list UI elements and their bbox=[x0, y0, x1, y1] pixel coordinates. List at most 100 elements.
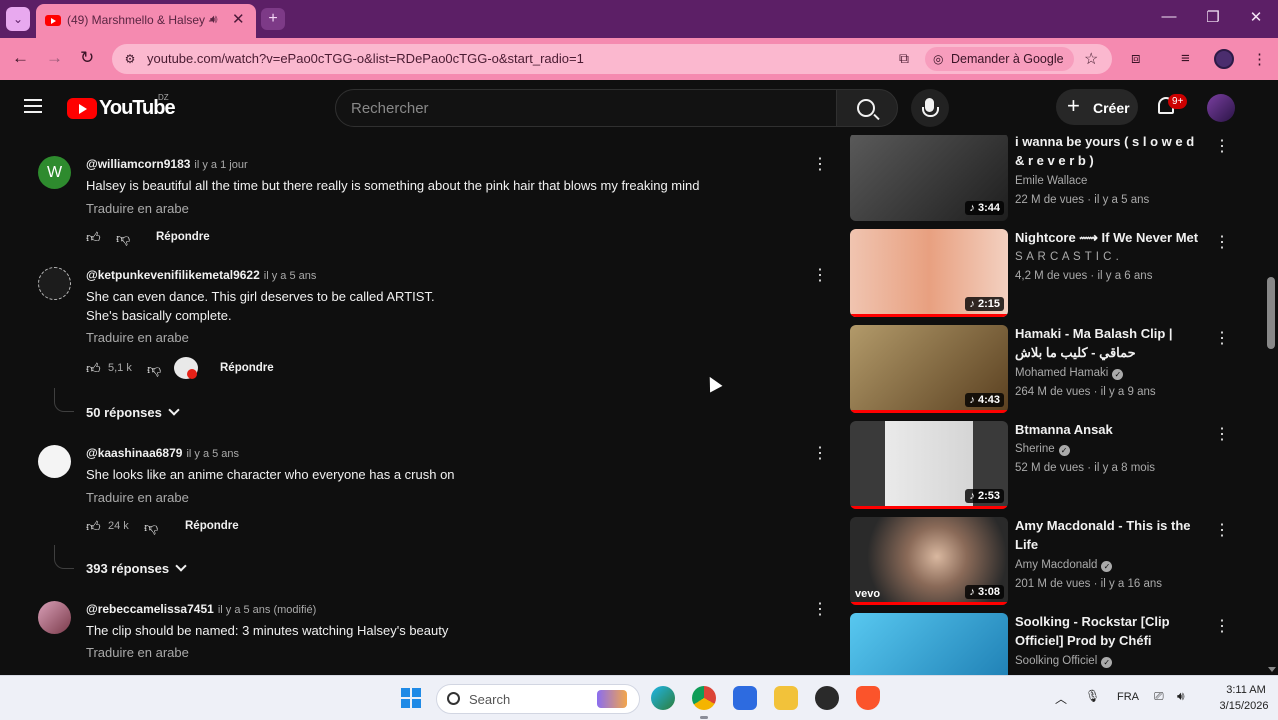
browser-profile-avatar[interactable] bbox=[1214, 49, 1234, 69]
video-more-icon[interactable]: ⋮ bbox=[1214, 232, 1230, 252]
close-tab-icon[interactable]: ✕ bbox=[232, 10, 245, 28]
comment-time[interactable]: il y a 5 ans bbox=[264, 270, 317, 282]
comment-author[interactable]: @kaashinaa6879 il y a 5 ans bbox=[86, 446, 239, 460]
comment-more-icon[interactable]: ⋮ bbox=[812, 265, 828, 285]
network-icon[interactable]: ⎚ bbox=[1154, 689, 1164, 704]
channel-name[interactable]: Sherine bbox=[1015, 443, 1055, 455]
thumbs-up-icon[interactable]: 👍︎ bbox=[86, 518, 102, 534]
taskbar-search-box[interactable]: Search bbox=[436, 684, 640, 714]
video-title[interactable]: Amy Macdonald - This is the Life bbox=[1015, 517, 1205, 555]
video-item[interactable]: ♪ 3:44 i wanna be yours ( s l o w e d & … bbox=[848, 135, 1248, 231]
address-bar[interactable]: ⚙ youtube.com/watch?v=ePao0cTGG-o&list=R… bbox=[112, 44, 1112, 74]
video-title[interactable]: Hamaki - Ma Balash Clip | حماقي - كليب م… bbox=[1015, 325, 1205, 363]
video-title[interactable]: Soolking - Rockstar [Clip Officiel] Prod… bbox=[1015, 613, 1205, 651]
media-controls-icon[interactable]: ≡ bbox=[1181, 50, 1190, 67]
new-tab-button[interactable]: + bbox=[261, 8, 285, 30]
replies-toggle[interactable]: 50 réponses bbox=[86, 404, 180, 420]
channel-name[interactable]: Amy Macdonald bbox=[1015, 559, 1097, 571]
video-item[interactable]: ♪ 2:53 Btmanna Ansak Sherine ✓ 52 M de vu… bbox=[848, 421, 1248, 519]
avatar[interactable] bbox=[38, 601, 71, 634]
comment-time[interactable]: il y a 1 jour bbox=[194, 159, 247, 171]
hamburger-menu-icon[interactable] bbox=[24, 99, 42, 113]
scrollbar-thumb[interactable] bbox=[1267, 277, 1275, 349]
account-avatar[interactable] bbox=[1207, 94, 1235, 122]
video-item[interactable]: ♪ 4:43 Hamaki - Ma Balash Clip | حماقي -… bbox=[848, 325, 1248, 423]
thumbs-up-icon[interactable]: 👍︎ bbox=[86, 360, 102, 376]
volume-icon[interactable]: 🔊︎ bbox=[1177, 689, 1185, 704]
clock-time[interactable]: 3:11 AM bbox=[1221, 684, 1271, 696]
video-more-icon[interactable]: ⋮ bbox=[1214, 520, 1230, 540]
voice-search-button[interactable] bbox=[911, 89, 949, 127]
bookmark-star-icon[interactable]: ☆ bbox=[1084, 49, 1098, 69]
comment-more-icon[interactable]: ⋮ bbox=[812, 154, 828, 174]
author-handle[interactable]: @ketpunkevenifilikemetal9622 bbox=[86, 268, 260, 282]
language-indicator[interactable]: FRA bbox=[1117, 691, 1139, 703]
speaker-icon[interactable]: 🔊︎ bbox=[210, 12, 218, 27]
video-thumbnail[interactable]: ♪ 4:43 bbox=[850, 325, 1008, 413]
url-text[interactable]: youtube.com/watch?v=ePao0cTGG-o&list=RDe… bbox=[147, 51, 584, 66]
video-channel[interactable]: Mohamed Hamaki ✓ bbox=[1015, 367, 1124, 380]
brave-icon[interactable] bbox=[856, 686, 880, 710]
comment-author[interactable]: @williamcorn9183 il y a 1 jour bbox=[86, 157, 248, 171]
close-window-icon[interactable]: ✕ bbox=[1241, 8, 1271, 26]
comment-time[interactable]: il y a 5 ans bbox=[186, 448, 239, 460]
forward-arrow-icon[interactable]: → bbox=[46, 48, 63, 68]
avatar[interactable] bbox=[38, 445, 71, 478]
channel-name[interactable]: Soolking Officiel bbox=[1015, 655, 1097, 667]
video-title[interactable]: Btmanna Ansak bbox=[1015, 421, 1205, 440]
video-channel[interactable]: Emile Wallace bbox=[1015, 175, 1087, 187]
video-item[interactable]: ♪ 2:15 Nightcore ⟿ If We Never Met S A R… bbox=[848, 229, 1248, 327]
reply-button[interactable]: Répondre bbox=[220, 362, 274, 374]
chrome-icon[interactable] bbox=[692, 686, 716, 710]
browser-menu-icon[interactable]: ⋮ bbox=[1252, 50, 1267, 68]
video-channel[interactable]: S A R C A S T I C . bbox=[1015, 251, 1119, 263]
video-title[interactable]: i wanna be yours ( s l o w e d & r e v e… bbox=[1015, 135, 1205, 171]
translate-link[interactable]: Traduire en arabe bbox=[86, 490, 189, 505]
minimize-icon[interactable]: — bbox=[1154, 8, 1184, 25]
youtube-logo-icon[interactable] bbox=[67, 98, 97, 119]
author-handle[interactable]: @williamcorn9183 bbox=[86, 157, 190, 171]
replies-toggle[interactable]: 393 réponses bbox=[86, 560, 187, 576]
video-more-icon[interactable]: ⋮ bbox=[1214, 328, 1230, 348]
video-thumbnail[interactable]: ♪ 3:44 bbox=[850, 135, 1008, 221]
reply-button[interactable]: Répondre bbox=[185, 520, 239, 532]
install-app-icon[interactable]: ⧉ bbox=[899, 50, 909, 67]
store-icon[interactable] bbox=[733, 686, 757, 710]
create-button[interactable]: + Créer bbox=[1056, 89, 1138, 125]
comment-author[interactable]: @rebeccamelissa7451 il y a 5 ans (modifié… bbox=[86, 602, 316, 616]
clock-date[interactable]: 3/15/2026 bbox=[1213, 700, 1275, 712]
video-title[interactable]: Nightcore ⟿ If We Never Met bbox=[1015, 229, 1205, 248]
video-thumbnail[interactable]: ♪ 2:15 bbox=[850, 229, 1008, 317]
active-tab[interactable]: (49) Marshmello & Halsey - 🔊︎ ✕ bbox=[36, 4, 256, 38]
site-info-icon[interactable]: ⚙ bbox=[122, 51, 138, 67]
app-icon[interactable] bbox=[815, 686, 839, 710]
back-arrow-icon[interactable]: ← bbox=[12, 48, 29, 68]
file-explorer-icon[interactable] bbox=[774, 686, 798, 710]
tab-search-chevron-icon[interactable]: ⌄ bbox=[6, 7, 30, 31]
channel-name[interactable]: S A R C A S T I C . bbox=[1015, 251, 1119, 263]
avatar[interactable] bbox=[38, 267, 71, 300]
video-thumbnail[interactable]: ♪ 2:53 bbox=[850, 421, 1008, 509]
scroll-down-arrow-icon[interactable] bbox=[1268, 667, 1276, 672]
edge-icon[interactable] bbox=[651, 686, 675, 710]
video-item[interactable]: vevo ♪ 3:08 Amy Macdonald - This is the … bbox=[848, 517, 1248, 615]
author-handle[interactable]: @rebeccamelissa7451 bbox=[86, 602, 214, 616]
video-more-icon[interactable]: ⋮ bbox=[1214, 616, 1230, 636]
ask-google-button[interactable]: ◎ Demander à Google bbox=[925, 47, 1074, 71]
page-scrollbar[interactable] bbox=[1265, 135, 1278, 675]
maximize-icon[interactable]: ❐ bbox=[1198, 8, 1228, 26]
windows-start-icon[interactable] bbox=[401, 688, 421, 708]
thumbs-down-icon[interactable]: 👎︎ bbox=[144, 519, 160, 535]
video-more-icon[interactable]: ⋮ bbox=[1214, 136, 1230, 156]
comment-more-icon[interactable]: ⋮ bbox=[812, 443, 828, 463]
translate-link[interactable]: Traduire en arabe bbox=[86, 330, 189, 345]
reply-button[interactable]: Répondre bbox=[156, 231, 210, 243]
tray-overflow-chevron-icon[interactable]: ︿ bbox=[1055, 690, 1067, 707]
comment-author[interactable]: @ketpunkevenifilikemetal9622 il y a 5 ans bbox=[86, 268, 316, 282]
video-item[interactable]: Soolking - Rockstar [Clip Officiel] Prod… bbox=[848, 613, 1248, 675]
comment-time[interactable]: il y a 5 ans (modifié) bbox=[218, 604, 316, 616]
video-channel[interactable]: Sherine ✓ bbox=[1015, 443, 1070, 456]
translate-link[interactable]: Traduire en arabe bbox=[86, 645, 189, 660]
channel-name[interactable]: Mohamed Hamaki bbox=[1015, 367, 1108, 379]
comment-more-icon[interactable]: ⋮ bbox=[812, 599, 828, 619]
